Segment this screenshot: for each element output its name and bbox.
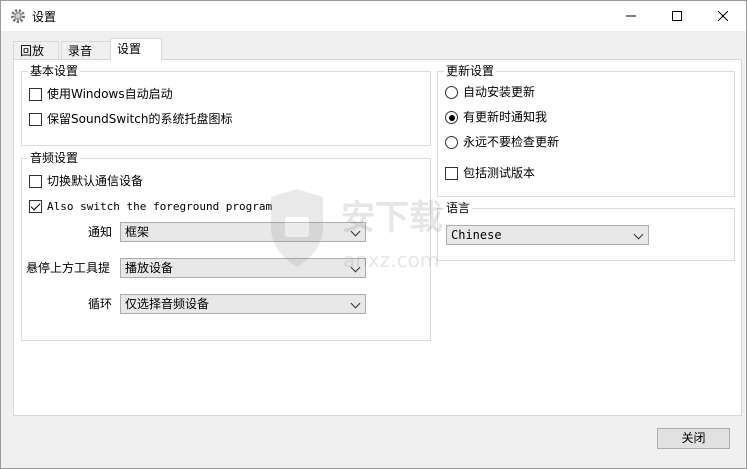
minimize-button[interactable] (608, 1, 654, 31)
autostart-checkbox[interactable] (29, 88, 42, 101)
window-title: 设置 (32, 10, 57, 24)
beta-checkbox[interactable] (445, 167, 458, 180)
title-bar: 设置 (1, 1, 746, 31)
notify-label: 通知 (88, 225, 113, 239)
default-comm-device-label: 切换默认通信设备 (47, 174, 144, 188)
tooltip-label: 悬停上方工具提 (26, 261, 111, 275)
tray-icon-checkbox[interactable] (29, 113, 42, 126)
notify-update-label: 有更新时通知我 (463, 110, 548, 124)
beta-label: 包括测试版本 (463, 166, 536, 180)
notify-update-radio[interactable] (445, 111, 458, 124)
cycle-value: 仅选择音频设备 (125, 297, 210, 311)
gear-icon (10, 8, 26, 24)
default-comm-device-checkbox[interactable] (29, 175, 42, 188)
chevron-down-icon (350, 298, 361, 309)
cycle-select[interactable]: 仅选择音频设备 (120, 294, 366, 314)
settings-window: 设置 回放 录音 设置 基本设置 使用Windows自动启动 保留SoundSw… (0, 0, 747, 469)
never-check-radio[interactable] (445, 136, 458, 149)
basic-settings-title: 基本设置 (28, 64, 81, 79)
auto-install-radio[interactable] (445, 86, 458, 99)
audio-settings-title: 音频设置 (28, 151, 81, 166)
watermark: 安下载 anxz.com (263, 187, 483, 280)
tab-playback[interactable]: 回放 (13, 41, 59, 61)
close-window-button[interactable] (700, 1, 746, 31)
tab-recording[interactable]: 录音 (61, 41, 111, 61)
watermark-text: 安下载 (341, 198, 443, 238)
never-check-label: 永远不要检查更新 (463, 135, 560, 149)
minimize-icon (626, 15, 636, 17)
maximize-icon (672, 11, 682, 21)
foreground-program-label: Also switch the foreground program (47, 200, 273, 213)
basic-settings-group: 基本设置 使用Windows自动启动 保留SoundSwitch的系统托盘图标 (21, 64, 431, 146)
notify-value: 框架 (125, 225, 150, 239)
chevron-down-icon (633, 229, 644, 240)
tab-settings[interactable]: 设置 (110, 38, 162, 61)
close-button[interactable]: 关闭 (657, 428, 730, 449)
auto-install-label: 自动安装更新 (463, 85, 536, 99)
autostart-label: 使用Windows自动启动 (47, 87, 173, 101)
watermark-domain: anxz.com (343, 248, 439, 272)
maximize-button[interactable] (654, 1, 700, 31)
foreground-program-checkbox[interactable] (29, 200, 42, 213)
update-settings-title: 更新设置 (444, 64, 497, 79)
tray-icon-label: 保留SoundSwitch的系统托盘图标 (47, 112, 233, 126)
cycle-label: 循环 (88, 297, 113, 311)
tooltip-value: 播放设备 (125, 261, 174, 275)
close-icon (718, 11, 728, 21)
update-settings-group: 更新设置 自动安装更新 有更新时通知我 永远不要检查更新 包括测试版本 (437, 64, 735, 197)
